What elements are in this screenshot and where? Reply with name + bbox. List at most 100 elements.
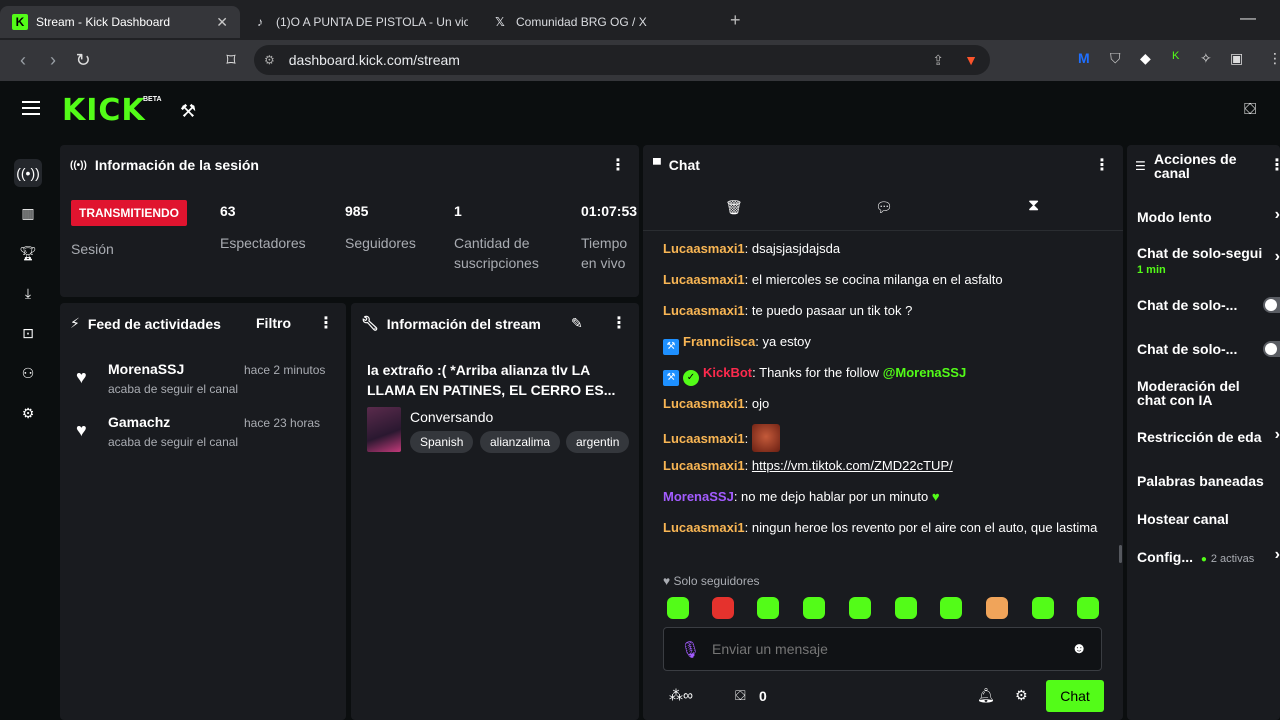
channel-actions-panel: ☰ Acciones de canal ⋮ Modo lento › Chat d… xyxy=(1127,145,1280,720)
settings-gear-icon[interactable]: ⚙ xyxy=(14,399,42,427)
extension-diamond-icon[interactable]: ◆ xyxy=(1140,50,1151,67)
stream-tag[interactable]: argentin xyxy=(566,431,630,453)
extension-m-icon[interactable]: M xyxy=(1078,50,1090,66)
close-tab-icon[interactable]: ✕ xyxy=(216,14,228,31)
extension-shield-icon[interactable]: ⛉ xyxy=(1110,50,1121,67)
feed-user-name[interactable]: Gamachz xyxy=(108,414,170,430)
store-icon[interactable]: ⛋ xyxy=(1244,101,1256,119)
address-bar[interactable]: ⚙ dashboard.kick.com/stream ⇪ ▼ xyxy=(254,45,990,75)
subs-only-toggle[interactable] xyxy=(1263,297,1280,313)
activity-feed-panel: ⚡︎ Feed de actividades Filtro ⋮ ♥ Morena… xyxy=(60,303,346,720)
reload-icon[interactable]: ↻ xyxy=(68,50,98,71)
chat-settings-icon[interactable]: ⚙ xyxy=(1015,687,1028,704)
category-name[interactable]: Conversando xyxy=(410,409,493,425)
chat-input-box[interactable]: 🎙︎ ☻ xyxy=(663,627,1102,671)
tab-kick-dashboard[interactable]: K Stream - Kick Dashboard ✕ xyxy=(0,6,240,38)
chat-mention[interactable]: @MorenaSSJ xyxy=(883,365,966,380)
microphone-icon[interactable]: 🎙︎ xyxy=(680,640,700,660)
emote-button[interactable] xyxy=(1032,597,1054,619)
stream-broadcast-icon[interactable]: ((•)) xyxy=(14,159,42,187)
chat-more-icon[interactable]: ⋮ xyxy=(1094,155,1110,175)
hourglass-icon[interactable]: ⧗ xyxy=(1028,197,1039,215)
emote-only-toggle[interactable] xyxy=(1263,341,1280,357)
extensions-puzzle-icon[interactable]: ✧ xyxy=(1200,50,1212,67)
age-restriction-item[interactable]: Restricción de eda › xyxy=(1137,427,1280,445)
moderation-icon[interactable]: ⊡ xyxy=(14,319,42,347)
minimize-window-icon[interactable]: — xyxy=(1240,10,1256,28)
chat-link[interactable]: https://vm.tiktok.com/ZMD22cTUP/ xyxy=(752,458,953,473)
session-more-icon[interactable]: ⋮ xyxy=(610,155,626,175)
points-count: 0 xyxy=(759,688,767,704)
message-icon[interactable]: 💬︎ xyxy=(875,199,893,216)
chat-username[interactable]: Lucaasmaxi1 xyxy=(663,241,745,256)
extension-kick-icon[interactable]: K xyxy=(1172,50,1179,62)
slow-mode-label: Modo lento xyxy=(1137,209,1212,225)
trash-icon[interactable]: 🗑︎ xyxy=(725,199,743,216)
community-icon[interactable]: ⚇ xyxy=(14,359,42,387)
brave-shield-icon[interactable]: ▼ xyxy=(964,52,978,68)
emote-button[interactable] xyxy=(1077,597,1099,619)
back-icon[interactable]: ‹ xyxy=(8,50,38,71)
emote-button[interactable] xyxy=(667,597,689,619)
stream-tag[interactable]: Spanish xyxy=(410,431,474,453)
hammer-icon[interactable]: ⚒ xyxy=(180,101,196,122)
emote-button[interactable] xyxy=(849,597,871,619)
channel-actions-more-icon[interactable]: ⋮ xyxy=(1269,155,1280,175)
points-icon[interactable]: ⁂∞ xyxy=(669,687,693,704)
chat-username[interactable]: Lucaasmaxi1 xyxy=(663,520,745,535)
banned-words-item[interactable]: Palabras baneadas xyxy=(1137,474,1280,488)
feed-item[interactable]: ♥ MorenaSSJ hace 2 minutos acaba de segu… xyxy=(76,361,336,401)
send-chat-button[interactable]: Chat xyxy=(1046,680,1104,712)
analytics-icon[interactable]: ▥ xyxy=(14,199,42,227)
hamburger-menu-icon[interactable] xyxy=(22,101,40,119)
trophy-icon[interactable]: 🏆︎ xyxy=(14,239,42,267)
slow-mode-item[interactable]: Modo lento › xyxy=(1137,207,1280,225)
emote-button[interactable] xyxy=(712,597,734,619)
kick-logo[interactable]: KICK xyxy=(62,93,146,128)
config-item[interactable]: Config... ● 2 activas › xyxy=(1137,547,1280,567)
feed-more-icon[interactable]: ⋮ xyxy=(318,313,334,333)
site-info-icon[interactable]: ⚙ xyxy=(264,53,275,67)
chat-message-input[interactable] xyxy=(712,638,1062,660)
chat-username[interactable]: Lucaasmaxi1 xyxy=(663,303,745,318)
stream-info-panel: 🔧︎ Información del stream ✎ ⋮ la extraño… xyxy=(351,303,639,720)
feed-filter-button[interactable]: Filtro xyxy=(256,315,291,331)
stream-tag[interactable]: alianzalima xyxy=(480,431,561,453)
share-icon[interactable]: ⇪ xyxy=(932,52,944,69)
download-icon[interactable]: ⤓ xyxy=(14,279,42,307)
host-channel-item[interactable]: Hostear canal xyxy=(1137,512,1280,526)
edit-pencil-icon[interactable]: ✎ xyxy=(571,315,583,332)
new-tab-icon[interactable]: + xyxy=(730,10,741,31)
stream-info-more-icon[interactable]: ⋮ xyxy=(611,313,627,333)
forward-icon[interactable]: › xyxy=(38,50,68,71)
chat-username[interactable]: KickBot xyxy=(703,365,752,380)
subs-only-chat-item[interactable]: Chat de solo-... xyxy=(1137,297,1280,313)
config-active-count: 2 activas xyxy=(1210,553,1255,565)
bookmark-icon[interactable]: ⌑ xyxy=(216,50,246,71)
chat-username[interactable]: Lucaasmaxi1 xyxy=(663,458,745,473)
emote-button[interactable] xyxy=(940,597,962,619)
chat-username[interactable]: Lucaasmaxi1 xyxy=(663,431,745,446)
emoji-icon[interactable]: ☻ xyxy=(1071,640,1087,657)
feed-item[interactable]: ♥ Gamachz hace 23 horas acaba de seguir … xyxy=(76,414,336,454)
sidebar-toggle-icon[interactable]: ▣ xyxy=(1230,50,1243,67)
chat-username[interactable]: MorenaSSJ xyxy=(663,489,734,504)
tab-tiktok[interactable]: ♪ (1)O A PUNTA DE PISTOLA - Un viole xyxy=(240,6,480,38)
chat-username[interactable]: Frannciisca xyxy=(683,334,755,349)
browser-menu-icon[interactable]: ⋮ xyxy=(1268,50,1280,67)
feed-user-name[interactable]: MorenaSSJ xyxy=(108,361,184,377)
emote-button[interactable] xyxy=(895,597,917,619)
followers-only-chat-item[interactable]: Chat de solo-segui 1 min › xyxy=(1137,246,1280,277)
ai-moderation-item[interactable]: Moderación del chat con IA xyxy=(1137,379,1247,407)
store-icon[interactable]: ⛋ xyxy=(735,687,746,704)
chat-username[interactable]: Lucaasmaxi1 xyxy=(663,272,745,287)
emote-button[interactable] xyxy=(757,597,779,619)
category-thumbnail[interactable] xyxy=(367,407,401,452)
bell-icon[interactable]: 🔔︎ xyxy=(977,687,995,704)
emote-button[interactable] xyxy=(803,597,825,619)
tab-x[interactable]: 𝕏 Comunidad BRG OG / X xyxy=(480,6,720,38)
emote-only-chat-item[interactable]: Chat de solo-... xyxy=(1137,341,1280,357)
emote-button[interactable] xyxy=(986,597,1008,619)
chat-username[interactable]: Lucaasmaxi1 xyxy=(663,396,745,411)
chat-scrollbar[interactable] xyxy=(1119,545,1122,563)
